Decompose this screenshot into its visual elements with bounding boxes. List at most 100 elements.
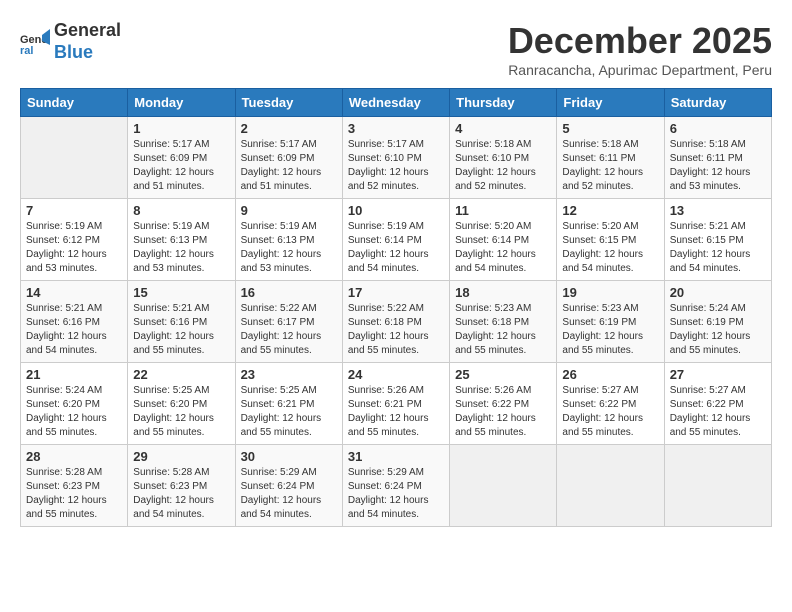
- day-info: Sunrise: 5:18 AM Sunset: 6:11 PM Dayligh…: [670, 138, 766, 194]
- day-info: Sunrise: 5:28 AM Sunset: 6:23 PM Dayligh…: [133, 466, 229, 522]
- day-info: Sunrise: 5:21 AM Sunset: 6:16 PM Dayligh…: [26, 302, 122, 358]
- day-number: 3: [348, 121, 444, 136]
- header-thursday: Thursday: [450, 89, 557, 117]
- day-number: 5: [562, 121, 658, 136]
- calendar-cell: 25Sunrise: 5:26 AM Sunset: 6:22 PM Dayli…: [450, 363, 557, 445]
- calendar-cell: [450, 445, 557, 527]
- day-number: 4: [455, 121, 551, 136]
- day-number: 1: [133, 121, 229, 136]
- day-number: 18: [455, 285, 551, 300]
- calendar-cell: 12 Sunrise: 5:20 AM Sunset: 6:15 PM Dayli…: [557, 199, 664, 281]
- calendar-cell: 13 Sunrise: 5:21 AM Sunset: 6:15 PM Dayli…: [664, 199, 771, 281]
- day-info: Sunrise: 5:25 AM Sunset: 6:21 PM Dayligh…: [241, 384, 337, 440]
- day-info: Sunrise: 5:25 AM Sunset: 6:20 PM Dayligh…: [133, 384, 229, 440]
- day-info: Sunrise: 5:19 AM Sunset: 6:13 PM Dayligh…: [241, 220, 337, 276]
- day-number: 15: [133, 285, 229, 300]
- day-number: 10: [348, 203, 444, 218]
- calendar-cell: 29 Sunrise: 5:28 AM Sunset: 6:23 PM Dayli…: [128, 445, 235, 527]
- header-monday: Monday: [128, 89, 235, 117]
- calendar-cell: 23 Sunrise: 5:25 AM Sunset: 6:21 PM Dayli…: [235, 363, 342, 445]
- calendar-cell: 31Sunrise: 5:29 AM Sunset: 6:24 PM Dayli…: [342, 445, 449, 527]
- day-number: 24: [348, 367, 444, 382]
- calendar-cell: 2 Sunrise: 5:17 AM Sunset: 6:09 PM Daylig…: [235, 117, 342, 199]
- calendar-cell: 6 Sunrise: 5:18 AM Sunset: 6:11 PM Daylig…: [664, 117, 771, 199]
- calendar-cell: 18 Sunrise: 5:23 AM Sunset: 6:18 PM Dayli…: [450, 281, 557, 363]
- calendar-cell: 20 Sunrise: 5:24 AM Sunset: 6:19 PM Dayli…: [664, 281, 771, 363]
- day-info: Sunrise: 5:22 AM Sunset: 6:17 PM Dayligh…: [241, 302, 337, 358]
- day-info: Sunrise: 5:28 AM Sunset: 6:23 PM Dayligh…: [26, 466, 122, 522]
- day-number: 27: [670, 367, 766, 382]
- calendar-cell: 10Sunrise: 5:19 AM Sunset: 6:14 PM Dayli…: [342, 199, 449, 281]
- calendar-cell: 24 Sunrise: 5:26 AM Sunset: 6:21 PM Dayli…: [342, 363, 449, 445]
- calendar-cell: 16 Sunrise: 5:22 AM Sunset: 6:17 PM Dayli…: [235, 281, 342, 363]
- calendar-week-row: 21 Sunrise: 5:24 AM Sunset: 6:20 PM Dayli…: [21, 363, 772, 445]
- day-info: Sunrise: 5:23 AM Sunset: 6:18 PM Dayligh…: [455, 302, 551, 358]
- logo-icon: Gene ral: [20, 27, 50, 57]
- day-info: Sunrise: 5:20 AM Sunset: 6:15 PM Dayligh…: [562, 220, 658, 276]
- calendar-week-row: 1 Sunrise: 5:17 AM Sunset: 6:09 PM Daylig…: [21, 117, 772, 199]
- day-number: 21: [26, 367, 122, 382]
- day-number: 7: [26, 203, 122, 218]
- calendar-week-row: 7 Sunrise: 5:19 AM Sunset: 6:12 PM Daylig…: [21, 199, 772, 281]
- day-number: 9: [241, 203, 337, 218]
- day-number: 8: [133, 203, 229, 218]
- calendar-cell: 30 Sunrise: 5:29 AM Sunset: 6:24 PM Dayli…: [235, 445, 342, 527]
- calendar-cell: 21 Sunrise: 5:24 AM Sunset: 6:20 PM Dayli…: [21, 363, 128, 445]
- day-number: 20: [670, 285, 766, 300]
- day-info: Sunrise: 5:19 AM Sunset: 6:12 PM Dayligh…: [26, 220, 122, 276]
- day-info: Sunrise: 5:26 AM Sunset: 6:21 PM Dayligh…: [348, 384, 444, 440]
- month-title: December 2025: [508, 20, 772, 62]
- day-info: Sunrise: 5:24 AM Sunset: 6:19 PM Dayligh…: [670, 302, 766, 358]
- page-header: Gene ral General Blue December 2025 Ranr…: [20, 20, 772, 78]
- day-info: Sunrise: 5:17 AM Sunset: 6:09 PM Dayligh…: [241, 138, 337, 194]
- logo-text-line1: General: [54, 20, 121, 42]
- logo-text-line2: Blue: [54, 42, 121, 64]
- day-info: Sunrise: 5:21 AM Sunset: 6:15 PM Dayligh…: [670, 220, 766, 276]
- day-number: 19: [562, 285, 658, 300]
- day-number: 26: [562, 367, 658, 382]
- header-sunday: Sunday: [21, 89, 128, 117]
- day-info: Sunrise: 5:19 AM Sunset: 6:13 PM Dayligh…: [133, 220, 229, 276]
- calendar-cell: 4Sunrise: 5:18 AM Sunset: 6:10 PM Daylig…: [450, 117, 557, 199]
- calendar-cell: 27 Sunrise: 5:27 AM Sunset: 6:22 PM Dayli…: [664, 363, 771, 445]
- calendar-cell: 19Sunrise: 5:23 AM Sunset: 6:19 PM Dayli…: [557, 281, 664, 363]
- day-number: 13: [670, 203, 766, 218]
- day-number: 2: [241, 121, 337, 136]
- calendar-cell: 5Sunrise: 5:18 AM Sunset: 6:11 PM Daylig…: [557, 117, 664, 199]
- day-info: Sunrise: 5:27 AM Sunset: 6:22 PM Dayligh…: [562, 384, 658, 440]
- calendar-cell: 14 Sunrise: 5:21 AM Sunset: 6:16 PM Dayli…: [21, 281, 128, 363]
- calendar-week-row: 28Sunrise: 5:28 AM Sunset: 6:23 PM Dayli…: [21, 445, 772, 527]
- day-number: 11: [455, 203, 551, 218]
- day-info: Sunrise: 5:21 AM Sunset: 6:16 PM Dayligh…: [133, 302, 229, 358]
- calendar-cell: 22 Sunrise: 5:25 AM Sunset: 6:20 PM Dayli…: [128, 363, 235, 445]
- location: Ranracancha, Apurimac Department, Peru: [508, 62, 772, 78]
- header-wednesday: Wednesday: [342, 89, 449, 117]
- title-block: December 2025 Ranracancha, Apurimac Depa…: [508, 20, 772, 78]
- day-number: 16: [241, 285, 337, 300]
- calendar-cell: 7 Sunrise: 5:19 AM Sunset: 6:12 PM Daylig…: [21, 199, 128, 281]
- day-number: 25: [455, 367, 551, 382]
- calendar-cell: 17 Sunrise: 5:22 AM Sunset: 6:18 PM Dayli…: [342, 281, 449, 363]
- day-info: Sunrise: 5:29 AM Sunset: 6:24 PM Dayligh…: [241, 466, 337, 522]
- day-number: 14: [26, 285, 122, 300]
- day-number: 12: [562, 203, 658, 218]
- day-number: 22: [133, 367, 229, 382]
- day-info: Sunrise: 5:27 AM Sunset: 6:22 PM Dayligh…: [670, 384, 766, 440]
- calendar-cell: [557, 445, 664, 527]
- svg-text:ral: ral: [20, 45, 33, 57]
- day-info: Sunrise: 5:17 AM Sunset: 6:09 PM Dayligh…: [133, 138, 229, 194]
- day-number: 30: [241, 449, 337, 464]
- calendar-cell: 1 Sunrise: 5:17 AM Sunset: 6:09 PM Daylig…: [128, 117, 235, 199]
- day-info: Sunrise: 5:22 AM Sunset: 6:18 PM Dayligh…: [348, 302, 444, 358]
- header-tuesday: Tuesday: [235, 89, 342, 117]
- day-number: 6: [670, 121, 766, 136]
- calendar-week-row: 14 Sunrise: 5:21 AM Sunset: 6:16 PM Dayli…: [21, 281, 772, 363]
- day-info: Sunrise: 5:24 AM Sunset: 6:20 PM Dayligh…: [26, 384, 122, 440]
- calendar-cell: 8 Sunrise: 5:19 AM Sunset: 6:13 PM Daylig…: [128, 199, 235, 281]
- calendar-cell: 26 Sunrise: 5:27 AM Sunset: 6:22 PM Dayli…: [557, 363, 664, 445]
- day-number: 17: [348, 285, 444, 300]
- calendar-table: SundayMondayTuesdayWednesdayThursdayFrid…: [20, 88, 772, 527]
- day-number: 23: [241, 367, 337, 382]
- header-friday: Friday: [557, 89, 664, 117]
- day-number: 29: [133, 449, 229, 464]
